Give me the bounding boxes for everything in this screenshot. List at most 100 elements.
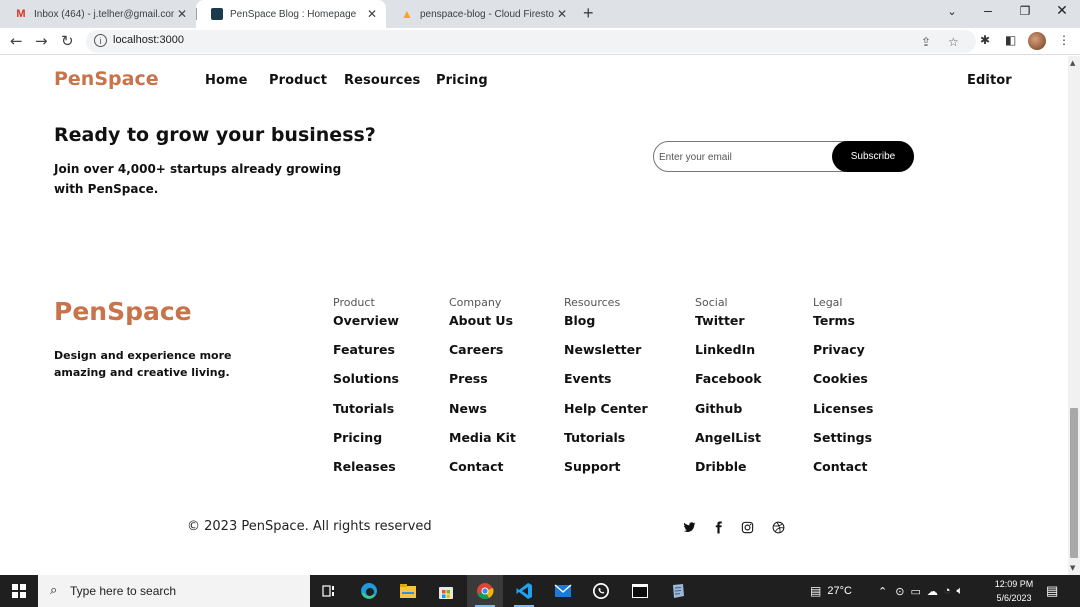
close-window-button[interactable]: ✕ [1052, 2, 1072, 19]
navbar-logo[interactable]: PenSpace [54, 68, 159, 90]
site-icon [210, 7, 224, 21]
footer-link[interactable]: About Us [449, 313, 516, 342]
clock-date: 5/6/2023 [996, 593, 1032, 603]
mail-icon[interactable] [545, 575, 581, 607]
tab-search-icon[interactable]: ⌄ [942, 5, 962, 18]
restore-button[interactable]: ❐ [1015, 4, 1035, 18]
newsletter-form: Subscribe [653, 141, 914, 172]
email-input[interactable] [659, 149, 829, 165]
nav-link-editor[interactable]: Editor [967, 73, 1012, 88]
tab-penspace[interactable]: PenSpace Blog : Homepage ✕ [196, 0, 386, 28]
instagram-icon[interactable] [739, 519, 755, 535]
vscode-icon[interactable] [506, 575, 542, 607]
footer-link[interactable]: Twitter [695, 313, 762, 342]
windows-start-icon[interactable] [12, 584, 26, 598]
nav-link-home[interactable]: Home [205, 73, 248, 88]
footer-link[interactable]: Dribble [695, 459, 762, 488]
taskbar-search-text[interactable]: Type here to search [70, 584, 176, 598]
whatsapp-icon[interactable] [583, 575, 619, 607]
tray-chevron-icon[interactable]: ⌃ [878, 585, 887, 598]
menu-kebab-icon[interactable]: ⋮ [1058, 33, 1070, 47]
task-view-icon[interactable] [311, 575, 347, 607]
minimize-button[interactable]: – [978, 2, 998, 18]
file-explorer-icon[interactable] [390, 575, 426, 607]
bookmark-star-icon[interactable]: ☆ [948, 35, 959, 49]
footer-link[interactable]: Overview [333, 313, 399, 342]
battery-icon[interactable]: ▭ [910, 585, 920, 598]
forward-button[interactable]: → [35, 32, 48, 50]
footer-logo[interactable]: PenSpace [54, 297, 192, 326]
footer-link[interactable]: Tutorials [564, 430, 648, 459]
footer-link[interactable]: Licenses [813, 401, 873, 430]
edge-icon[interactable] [351, 575, 387, 607]
cta-subtitle: Join over 4,000+ startups already growin… [54, 162, 342, 196]
taskbar-clock[interactable]: 12:09 PM 5/6/2023 [990, 577, 1038, 605]
url-text[interactable]: localhost:3000 [113, 34, 184, 46]
new-tab-button[interactable]: + [583, 3, 594, 24]
wifi-icon[interactable]: ◔ [944, 585, 951, 597]
terminal-icon[interactable] [622, 575, 658, 607]
close-tab-icon[interactable]: ✕ [174, 7, 190, 21]
dribbble-icon[interactable] [770, 519, 786, 535]
footer-link[interactable]: Contact [449, 459, 516, 488]
nav-link-pricing[interactable]: Pricing [436, 73, 488, 88]
footer-link[interactable]: Press [449, 371, 516, 400]
side-panel-icon[interactable]: ◧ [1005, 33, 1016, 47]
footer-link[interactable]: Features [333, 342, 399, 371]
footer-link[interactable]: Solutions [333, 371, 399, 400]
scrollbar-thumb[interactable] [1070, 408, 1078, 558]
footer-link[interactable]: Blog [564, 313, 648, 342]
footer-link[interactable]: Careers [449, 342, 516, 371]
footer-link[interactable]: Settings [813, 430, 873, 459]
chrome-icon[interactable] [467, 575, 503, 607]
subscribe-button[interactable]: Subscribe [832, 141, 914, 172]
tab-firestore[interactable]: ▲ penspace-blog - Cloud Firestore ✕ [386, 0, 576, 28]
taskbar-search[interactable]: ⌕ Type here to search [38, 575, 310, 607]
footer-link[interactable]: Events [564, 371, 648, 400]
weather-temp: 27°C [827, 585, 852, 597]
scroll-up-icon[interactable]: ▲ [1070, 59, 1075, 67]
nav-link-resources[interactable]: Resources [344, 73, 420, 88]
footer-column-product: Product Overview Features Solutions Tuto… [333, 296, 399, 488]
microsoft-store-icon[interactable] [428, 575, 464, 607]
footer-link[interactable]: Tutorials [333, 401, 399, 430]
tray-app-icon[interactable]: ⊙ [895, 585, 904, 598]
extensions-icon[interactable]: ✱ [980, 33, 990, 47]
browser-tab-strip: M Inbox (464) - j.telher@gmail.com ✕ Pen… [0, 0, 1080, 28]
twitter-icon[interactable] [681, 519, 697, 535]
omnibox[interactable]: i localhost:3000 ⇪ ☆ [86, 30, 976, 53]
share-icon[interactable]: ⇪ [921, 35, 931, 49]
close-tab-icon[interactable]: ✕ [364, 7, 380, 21]
footer-link[interactable]: Privacy [813, 342, 873, 371]
footer-link[interactable]: News [449, 401, 516, 430]
footer-link[interactable]: Help Center [564, 401, 648, 430]
footer-link[interactable]: Github [695, 401, 762, 430]
footer-link[interactable]: Terms [813, 313, 873, 342]
close-tab-icon[interactable]: ✕ [554, 7, 570, 21]
footer-link[interactable]: Pricing [333, 430, 399, 459]
nav-link-product[interactable]: Product [269, 73, 327, 88]
footer-link[interactable]: Support [564, 459, 648, 488]
footer-link[interactable]: Newsletter [564, 342, 648, 371]
footer-link[interactable]: Media Kit [449, 430, 516, 459]
weather-widget[interactable]: ▤ 27°C [810, 575, 852, 607]
footer-link[interactable]: Cookies [813, 371, 873, 400]
tab-gmail[interactable]: M Inbox (464) - j.telher@gmail.com ✕ [0, 0, 196, 28]
footer-link[interactable]: Contact [813, 459, 873, 488]
footer-link[interactable]: Releases [333, 459, 399, 488]
notification-icon[interactable]: ▤ [1046, 575, 1058, 607]
footer-column-heading: Resources [564, 296, 621, 309]
footer-link[interactable]: AngelList [695, 430, 762, 459]
profile-avatar[interactable] [1028, 32, 1046, 50]
cloud-icon[interactable]: ☁ [927, 585, 938, 598]
page-scrollbar[interactable]: ▲ ▼ [1068, 56, 1080, 575]
scroll-down-icon[interactable]: ▼ [1070, 564, 1075, 572]
reload-button[interactable]: ↻ [61, 32, 74, 50]
footer-link[interactable]: LinkedIn [695, 342, 762, 371]
facebook-icon[interactable] [710, 519, 726, 535]
notes-app-icon[interactable] [660, 575, 696, 607]
footer-link[interactable]: Facebook [695, 371, 762, 400]
site-info-icon[interactable]: i [94, 34, 107, 47]
back-button[interactable]: ← [10, 32, 23, 50]
volume-icon[interactable]: 🔈︎ [957, 585, 964, 598]
